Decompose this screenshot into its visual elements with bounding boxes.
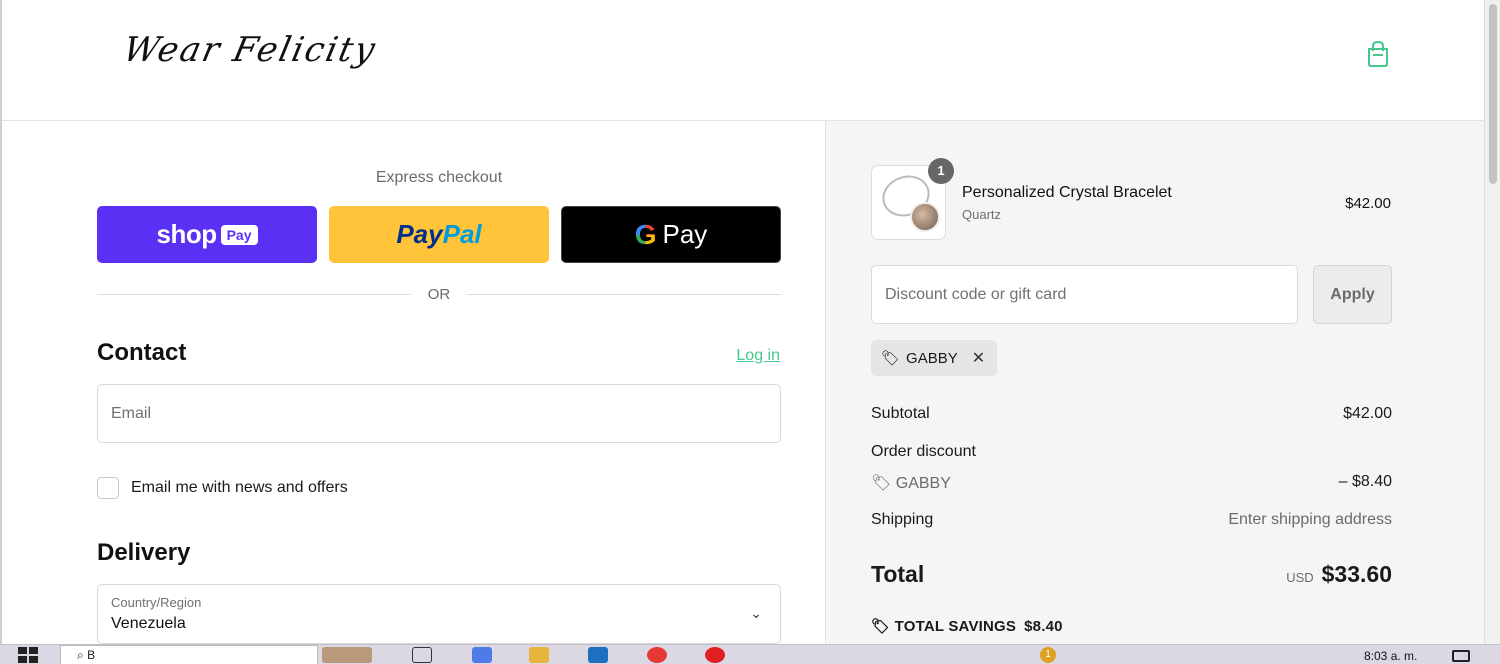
country-select[interactable]: Country/Region Venezuela ⌄ <box>97 584 781 644</box>
remove-discount-icon[interactable]: ✕ <box>972 348 985 368</box>
tag-icon: 🏷︎ <box>871 475 892 492</box>
subtotal-value: $42.00 <box>1343 405 1392 422</box>
shop-pay-word: shop <box>156 219 217 249</box>
store-icon[interactable] <box>588 647 608 663</box>
taskbar-clock[interactable]: 8:03 a. m. <box>1364 649 1417 663</box>
tag-icon: 🏷︎ <box>881 350 901 367</box>
shipping-row: Shipping Enter shipping address <box>871 511 1392 529</box>
shopping-bag-icon[interactable] <box>1366 40 1390 68</box>
notification-badge[interactable]: 1 <box>1040 647 1056 663</box>
shipping-value: Enter shipping address <box>1228 511 1392 528</box>
page-scrollbar[interactable] <box>1484 0 1500 644</box>
windows-start-icon[interactable] <box>18 647 38 663</box>
file-explorer-icon[interactable] <box>529 647 549 663</box>
product-name: Personalized Crystal Bracelet <box>962 184 1172 201</box>
search-icon: ⌕ <box>77 648 88 662</box>
chrome-icon[interactable] <box>647 647 667 663</box>
currency-label: USD <box>1286 570 1314 585</box>
store-logo[interactable]: Wear Felicity <box>120 30 381 70</box>
newsletter-row[interactable]: Email me with news and offers <box>97 477 348 499</box>
discount-code-row: 🏷︎ GABBY – $8.40 <box>871 473 1392 493</box>
product-price: $42.00 <box>1345 195 1391 212</box>
order-discount-row: Order discount <box>871 443 1392 461</box>
shop-pay-pill: Pay <box>220 224 258 245</box>
subtotal-row: Subtotal $42.00 <box>871 405 1392 423</box>
search-text: B <box>87 648 96 662</box>
express-checkout-title: Express checkout <box>375 169 503 186</box>
total-value: $33.60 <box>1321 561 1392 587</box>
apply-button[interactable]: Apply <box>1313 265 1392 324</box>
action-center-icon[interactable] <box>1452 650 1470 662</box>
newsletter-checkbox[interactable] <box>97 477 119 499</box>
charm-image <box>910 202 940 232</box>
google-pay-button[interactable]: G Pay <box>561 206 781 263</box>
copilot-icon[interactable] <box>472 647 492 663</box>
order-summary: 1 Personalized Crystal Bracelet Quartz $… <box>826 121 1484 644</box>
newsletter-label: Email me with news and offers <box>131 479 348 496</box>
discount-input[interactable] <box>872 266 1297 323</box>
discount-field[interactable] <box>871 265 1298 324</box>
checkout-form: Express checkout shop Pay Pay Pal G Pay O… <box>2 121 826 644</box>
paypal-logo-left: Pay <box>396 219 443 249</box>
or-divider: OR <box>97 285 781 305</box>
chevron-down-icon: ⌄ <box>750 605 762 621</box>
email-field[interactable] <box>97 384 781 443</box>
total-label: Total <box>871 561 925 587</box>
total-savings: 🏷︎ TOTAL SAVINGS $8.40 <box>871 617 1063 635</box>
divider-line-right <box>467 294 781 295</box>
savings-label: TOTAL SAVINGS <box>894 618 1017 635</box>
subtotal-label: Subtotal <box>871 405 930 422</box>
discount-code-label: GABBY <box>895 475 951 492</box>
applied-discount-chip: 🏷︎ GABBY ✕ <box>871 340 998 376</box>
paypal-button[interactable]: Pay Pal <box>329 206 549 263</box>
country-value: Venezuela <box>111 615 186 632</box>
discount-value: – $8.40 <box>1338 473 1392 490</box>
task-view-icon[interactable] <box>412 647 432 663</box>
contact-title: Contact <box>97 339 187 366</box>
email-input[interactable] <box>98 385 780 442</box>
paypal-logo-right: Pal <box>442 219 482 249</box>
order-discount-label: Order discount <box>871 443 976 460</box>
google-pay-label: Pay <box>662 219 708 249</box>
shop-pay-button[interactable]: shop Pay <box>97 206 317 263</box>
windows-taskbar: ⌕ B 1 8:03 a. m. <box>0 644 1500 664</box>
shipping-label: Shipping <box>871 511 934 528</box>
quantity-badge: 1 <box>928 158 954 184</box>
country-label: Country/Region <box>111 595 202 610</box>
site-header: Wear Felicity <box>2 0 1484 121</box>
savings-tag-icon: 🏷︎ <box>871 618 891 635</box>
scrollbar-thumb[interactable] <box>1489 4 1497 184</box>
applied-code-label: GABBY <box>906 349 958 367</box>
opera-icon[interactable] <box>705 647 725 663</box>
total-row: Total USD $33.60 <box>871 561 1392 588</box>
savings-value: $8.40 <box>1024 618 1063 635</box>
browser-page: Wear Felicity Express checkout shop Pay … <box>0 0 1484 644</box>
delivery-title: Delivery <box>97 539 191 566</box>
google-g-icon: G <box>634 218 657 250</box>
taskbar-search[interactable]: ⌕ B <box>60 645 318 664</box>
product-variant: Quartz <box>962 207 1002 222</box>
login-link[interactable]: Log in <box>736 347 780 365</box>
taskbar-thumbnail-icon[interactable] <box>322 647 372 663</box>
